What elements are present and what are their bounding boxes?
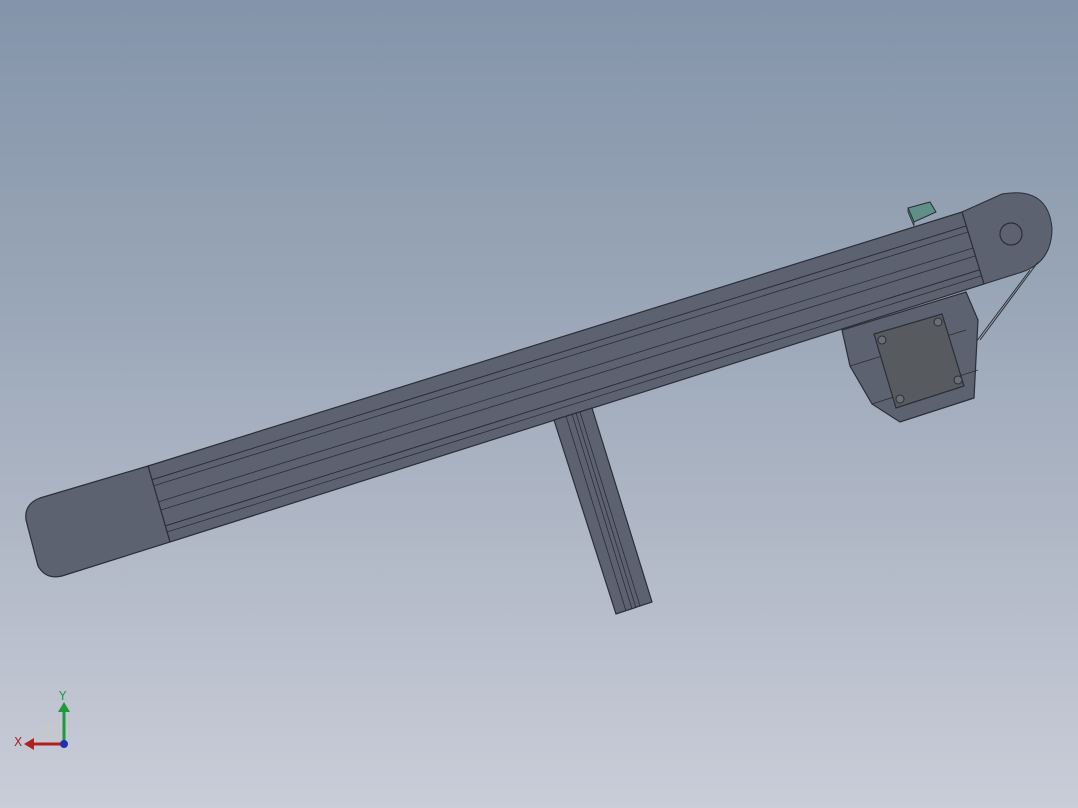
triad-plane-quadrant <box>32 721 64 744</box>
view-orientation-triad[interactable]: Y X <box>10 684 80 754</box>
conveyor-model[interactable] <box>0 0 1078 808</box>
bolt-hole-icon <box>877 335 887 345</box>
pulley-axle-hole <box>999 222 1023 246</box>
bolt-hole-icon <box>953 375 963 385</box>
graphics-viewport[interactable]: Y X <box>0 0 1078 808</box>
idler-end-cap[interactable] <box>25 465 171 578</box>
x-axis-arrowhead <box>24 738 34 750</box>
y-axis-arrowhead <box>58 702 70 712</box>
y-axis-label: Y <box>58 689 67 703</box>
bolt-hole-icon <box>895 394 905 404</box>
bolt-hole-icon <box>933 317 943 327</box>
z-axis-dot <box>60 740 68 748</box>
x-axis-label: X <box>14 735 22 749</box>
support-leg[interactable] <box>553 407 653 615</box>
